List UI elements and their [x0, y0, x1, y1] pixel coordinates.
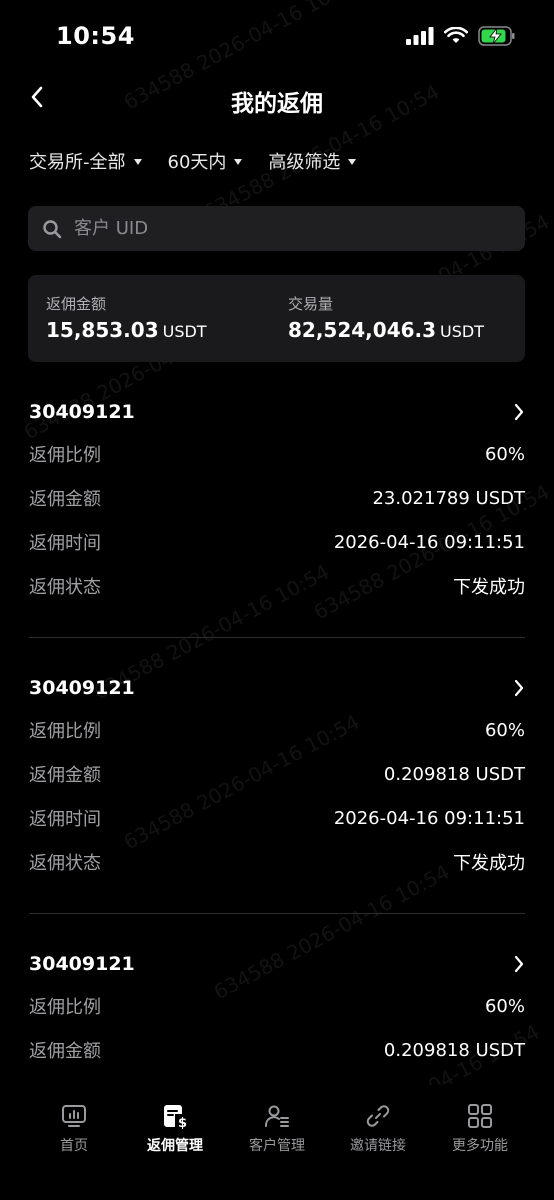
record-uid: 30409121 — [29, 401, 135, 423]
rebate-amount-unit: USDT — [162, 322, 207, 341]
ratio-value: 60% — [484, 995, 525, 1017]
monitor-chart-icon — [62, 1105, 86, 1127]
filter-label: 交易所-全部 — [29, 152, 126, 173]
tab-home[interactable]: 首页 — [24, 1103, 124, 1155]
status-value: 下发成功 — [453, 577, 525, 598]
record-row-status: 返佣状态 下发成功 — [29, 564, 525, 608]
wifi-icon — [443, 26, 469, 49]
time-value: 2026-04-16 09:11:51 — [333, 531, 525, 553]
record-header[interactable]: 30409121 — [29, 944, 525, 984]
divider — [29, 913, 525, 914]
battery-charging-icon — [478, 26, 516, 50]
status-icons — [406, 26, 516, 50]
ratio-value: 60% — [484, 443, 525, 465]
record-uid: 30409121 — [29, 953, 135, 975]
status-label: 返佣状态 — [29, 577, 101, 598]
ratio-label: 返佣比例 — [29, 997, 101, 1018]
volume-label: 交易量 — [288, 295, 334, 313]
rebate-amount-summary: 返佣金额 15,853.03 USDT — [46, 293, 207, 342]
tab-bar: 首页 $ 返佣管理 客户管理 邀请链接 更多功能 — [0, 1085, 554, 1200]
time-label: 返佣时间 — [29, 809, 101, 830]
rebate-document-icon: $ — [164, 1105, 187, 1129]
record-header[interactable]: 30409121 — [29, 668, 525, 708]
svg-text:$: $ — [178, 1116, 187, 1129]
record-row-time: 返佣时间 2026-04-16 09:11:51 — [29, 796, 525, 840]
volume-number: 82,524,046.3 — [288, 318, 437, 342]
amount-value: 23.021789 USDT — [372, 487, 525, 509]
rebate-amount-label: 返佣金额 — [46, 295, 107, 313]
rebate-amount-number: 15,853.03 — [46, 318, 159, 342]
tab-label: 首页 — [60, 1138, 88, 1154]
record-row-amount: 返佣金额 23.021789 USDT — [29, 476, 525, 520]
record-row-amount: 返佣金额 0.209818 USDT — [29, 752, 525, 796]
filter-bar: 交易所-全部 60天内 高级筛选 — [29, 148, 357, 174]
tab-label: 客户管理 — [249, 1138, 305, 1154]
status-bar: 10:54 — [0, 0, 554, 72]
cellular-signal-icon — [406, 27, 434, 49]
tab-invite-link[interactable]: 邀请链接 — [328, 1103, 428, 1155]
rebate-record[interactable]: 30409121 返佣比例 60% 返佣金额 0.209818 USDT — [29, 944, 525, 1072]
ratio-value: 60% — [484, 719, 525, 741]
user-list-icon — [264, 1105, 289, 1127]
volume-value: 82,524,046.3 USDT — [288, 318, 484, 342]
tab-rebate-management[interactable]: $ 返佣管理 — [125, 1103, 225, 1155]
filter-advanced[interactable]: 高级筛选 — [268, 148, 357, 174]
divider — [29, 637, 525, 638]
time-value: 2026-04-16 09:11:51 — [333, 807, 525, 829]
chevron-right-icon[interactable] — [513, 955, 525, 973]
record-row-ratio: 返佣比例 60% — [29, 708, 525, 752]
caret-down-icon — [348, 159, 357, 165]
tab-label: 邀请链接 — [350, 1138, 406, 1154]
amount-label: 返佣金额 — [29, 765, 101, 786]
record-row-ratio: 返佣比例 60% — [29, 432, 525, 476]
record-uid: 30409121 — [29, 677, 135, 699]
summary-card: 返佣金额 15,853.03 USDT 交易量 82,524,046.3 USDT — [28, 275, 525, 362]
status-label: 返佣状态 — [29, 853, 101, 874]
record-row-amount: 返佣金额 0.209818 USDT — [29, 1028, 525, 1072]
volume-unit: USDT — [440, 322, 485, 341]
search-input[interactable] — [72, 217, 496, 240]
time-label: 返佣时间 — [29, 533, 101, 554]
volume-summary: 交易量 82,524,046.3 USDT — [288, 293, 484, 342]
record-header[interactable]: 30409121 — [29, 392, 525, 432]
tab-customer-management[interactable]: 客户管理 — [227, 1103, 327, 1155]
amount-value: 0.209818 USDT — [383, 763, 525, 785]
tab-more-features[interactable]: 更多功能 — [430, 1103, 530, 1155]
filter-label: 高级筛选 — [268, 152, 341, 173]
caret-down-icon — [234, 159, 243, 165]
filter-exchange[interactable]: 交易所-全部 — [29, 148, 142, 174]
chevron-right-icon[interactable] — [513, 403, 525, 421]
record-row-time: 返佣时间 2026-04-16 09:11:51 — [29, 520, 525, 564]
ratio-label: 返佣比例 — [29, 721, 101, 742]
nav-bar: 我的返佣 — [0, 72, 554, 124]
ratio-label: 返佣比例 — [29, 445, 101, 466]
link-icon — [366, 1105, 390, 1127]
caret-down-icon — [133, 159, 142, 165]
status-value: 下发成功 — [453, 853, 525, 874]
amount-value: 0.209818 USDT — [383, 1039, 525, 1061]
search-box — [28, 206, 525, 251]
record-row-status: 返佣状态 下发成功 — [29, 840, 525, 884]
grid-icon — [468, 1104, 492, 1128]
record-row-ratio: 返佣比例 60% — [29, 984, 525, 1028]
rebate-record[interactable]: 30409121 返佣比例 60% 返佣金额 0.209818 USDT 返佣时… — [29, 668, 525, 884]
status-time: 10:54 — [56, 22, 135, 50]
rebate-amount-value: 15,853.03 USDT — [46, 318, 207, 342]
amount-label: 返佣金额 — [29, 489, 101, 510]
page-title: 我的返佣 — [231, 91, 323, 117]
rebate-record[interactable]: 30409121 返佣比例 60% 返佣金额 23.021789 USDT 返佣… — [29, 392, 525, 608]
tab-label: 返佣管理 — [147, 1138, 203, 1154]
chevron-right-icon[interactable] — [513, 679, 525, 697]
filter-period[interactable]: 60天内 — [168, 148, 243, 174]
amount-label: 返佣金额 — [29, 1041, 101, 1062]
filter-label: 60天内 — [167, 152, 227, 173]
search-icon — [42, 219, 62, 239]
tab-label: 更多功能 — [452, 1138, 508, 1154]
